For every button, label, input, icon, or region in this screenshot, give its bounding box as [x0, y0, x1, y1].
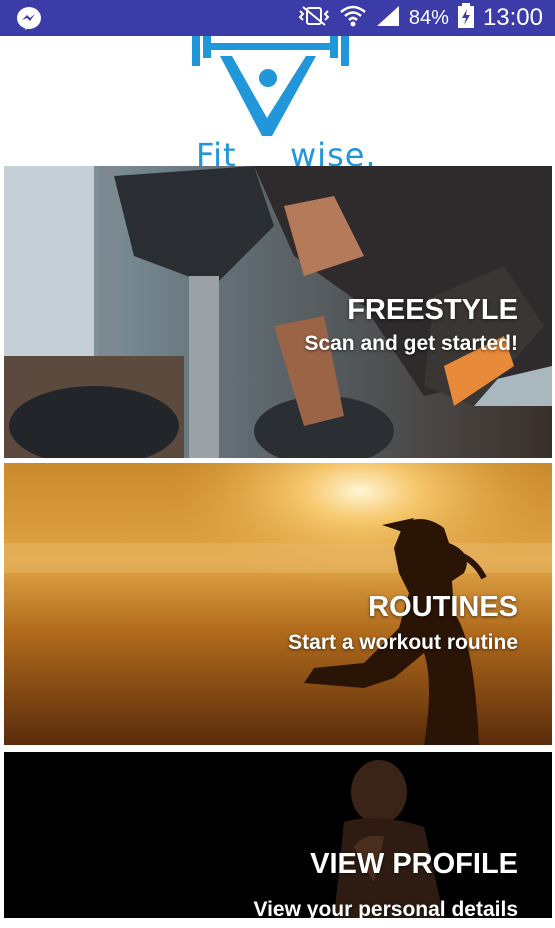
- routines-title: ROUTINES: [368, 591, 518, 623]
- freestyle-subtitle: Scan and get started!: [304, 332, 518, 355]
- athlete-image: [4, 752, 552, 918]
- app-logo: Fit wise.: [0, 36, 555, 174]
- wifi-icon: [339, 4, 367, 33]
- routines-subtitle: Start a workout routine: [288, 631, 518, 654]
- battery-percent: 84%: [408, 6, 449, 29]
- status-bar: 84% 13:00: [0, 0, 555, 36]
- view-profile-card[interactable]: VIEW PROFILE View your personal details: [4, 752, 552, 918]
- clock: 13:00: [482, 4, 543, 31]
- signal-icon: [375, 4, 401, 33]
- view-profile-subtitle: View your personal details: [253, 898, 518, 918]
- freestyle-card[interactable]: FREESTYLE Scan and get started!: [4, 166, 552, 458]
- vibrate-icon: [297, 5, 331, 32]
- battery-charging-icon: [457, 2, 475, 34]
- messenger-icon: [16, 6, 42, 37]
- dumbbell-icon: [192, 36, 349, 136]
- bottom-edge: [0, 918, 555, 928]
- routines-card[interactable]: ROUTINES Start a workout routine: [4, 463, 552, 745]
- view-profile-title: VIEW PROFILE: [310, 848, 518, 880]
- freestyle-title: FREESTYLE: [347, 294, 518, 326]
